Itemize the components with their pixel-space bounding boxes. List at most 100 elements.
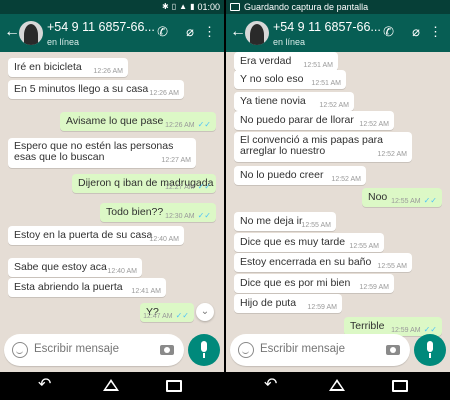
message-meta: 12:26 AM ✓✓: [165, 120, 211, 129]
vibrate-icon: ▯: [171, 2, 177, 11]
status-bar: ✱ ▯ ▲ ▮ 01:00: [0, 0, 224, 14]
navigation-bar: ↶: [0, 372, 224, 400]
message-text: Estoy encerrada en su baño: [240, 256, 372, 268]
message-bubble[interactable]: El convenció a mis papas para arreglar l…: [234, 132, 412, 162]
emoji-icon[interactable]: [238, 342, 254, 358]
message-text: Avisame lo que pase: [66, 115, 164, 127]
message-bubble[interactable]: Dice que es muy tarde 12:55 AM: [234, 233, 384, 252]
status-indicators: ✱ ▯ ▲ ▮ 01:00: [162, 1, 220, 13]
battery-icon: ▮: [190, 2, 195, 11]
message-bubble[interactable]: Era verdad 12:51 AM: [234, 52, 338, 71]
message-bubble[interactable]: Todo bien?? 12:30 AM ✓✓: [100, 203, 216, 222]
back-arrow-icon[interactable]: ←: [4, 22, 20, 42]
camera-icon[interactable]: [386, 345, 400, 355]
message-time: 12:40 AM: [107, 268, 137, 275]
message-text: Noo: [368, 191, 388, 203]
message-bubble[interactable]: Hijo de puta 12:59 AM: [234, 294, 342, 313]
message-bubble[interactable]: Espero que no estén las personas esas qu…: [8, 138, 196, 168]
contact-name[interactable]: +54 9 11 6857-66...: [47, 20, 155, 34]
message-text: Sabe que estoy aca: [14, 261, 107, 273]
paperclip-icon[interactable]: ⌀: [412, 24, 420, 40]
message-time: 12:41 AM: [131, 288, 161, 295]
message-time: 12:40 AM: [149, 236, 179, 243]
message-composer: [230, 334, 410, 366]
message-bubble[interactable]: Esta abriendo la puerta 12:41 AM: [8, 278, 166, 297]
message-text: Terrible: [350, 320, 385, 332]
mic-button[interactable]: [188, 334, 220, 366]
message-time: 12:52 AM: [377, 151, 407, 158]
message-meta: 12:47 AM ✓✓: [143, 311, 189, 320]
message-text: Dice que es muy tarde: [240, 236, 346, 248]
message-text: No puedo parar de llorar: [240, 114, 354, 126]
mic-button[interactable]: [414, 334, 446, 366]
message-input[interactable]: [260, 343, 380, 355]
read-receipt-icon: ✓✓: [175, 311, 189, 320]
read-receipt-icon: ✓✓: [197, 211, 211, 220]
message-time: 12:30 AM: [165, 213, 195, 220]
message-bubble[interactable]: No lo puedo creer 12:52 AM: [234, 166, 366, 185]
camera-icon[interactable]: [160, 345, 174, 355]
scroll-down-button[interactable]: ⌄: [196, 303, 214, 321]
message-bubble[interactable]: En 5 minutos llego a su casa 12:26 AM: [8, 80, 184, 99]
message-time: 12:55 AM: [349, 243, 379, 250]
phone-icon[interactable]: ✆: [383, 24, 394, 40]
message-meta: 12:30 AM ✓✓: [165, 211, 211, 220]
status-time: 01:00: [197, 2, 220, 12]
chevron-down-icon: ⌄: [200, 306, 210, 317]
emoji-icon[interactable]: [12, 342, 28, 358]
read-receipt-icon: ✓✓: [423, 196, 437, 205]
message-text: No me deja ir: [240, 215, 303, 227]
message-bubble[interactable]: Iré en bicicleta 12:26 AM: [8, 58, 128, 77]
nav-home-icon[interactable]: [103, 379, 119, 391]
back-arrow-icon[interactable]: ←: [230, 22, 246, 42]
message-bubble[interactable]: Avisame lo que pase 12:26 AM ✓✓: [60, 112, 216, 131]
more-vert-icon[interactable]: ⋮: [203, 24, 216, 40]
message-text: Dice que es por mi bien: [240, 277, 351, 289]
message-text: Esta abriendo la puerta: [14, 281, 123, 293]
phone-icon[interactable]: ✆: [157, 24, 168, 40]
nav-back-icon[interactable]: ↶: [264, 377, 277, 393]
contact-status: en línea: [47, 37, 80, 47]
message-input[interactable]: [34, 343, 154, 355]
read-receipt-icon: ✓✓: [197, 182, 211, 191]
message-text: En 5 minutos llego a su casa: [14, 83, 149, 95]
message-bubble[interactable]: Estoy en la puerta de su casa 12:40 AM: [8, 226, 184, 245]
contact-name[interactable]: +54 9 11 6857-66...: [273, 20, 381, 34]
message-text: Ya tiene novia: [240, 95, 306, 107]
message-time: 12:55 AM: [377, 263, 407, 270]
message-composer: [4, 334, 184, 366]
message-bubble[interactable]: Sabe que estoy aca 12:40 AM: [8, 258, 142, 277]
signal-icon: ▲: [179, 2, 188, 11]
message-time: 12:59 AM: [391, 327, 421, 334]
message-bubble[interactable]: Dijeron q iban de madrugada 12:27 AM ✓✓: [72, 174, 216, 193]
message-time: 12:52 AM: [331, 176, 361, 183]
message-bubble[interactable]: No puedo parar de llorar 12:52 AM: [234, 111, 394, 130]
nav-home-icon[interactable]: [329, 379, 345, 391]
message-text: El convenció a mis papas para arreglar l…: [240, 134, 383, 157]
message-bubble[interactable]: No me deja ir 12:55 AM: [234, 212, 336, 231]
message-text: Todo bien??: [106, 206, 164, 218]
message-bubble[interactable]: Dice que es por mi bien 12:59 AM: [234, 274, 394, 293]
message-text: Iré en bicicleta: [14, 61, 82, 73]
contact-avatar[interactable]: [19, 21, 43, 45]
status-bar: Guardando captura de pantalla: [226, 0, 450, 14]
read-receipt-icon: ✓✓: [197, 120, 211, 129]
nav-recent-icon[interactable]: [392, 380, 408, 392]
nav-recent-icon[interactable]: [166, 380, 182, 392]
chat-header: ← +54 9 11 6857-66... en línea ✆ ⌀ ⋮: [0, 14, 224, 52]
message-time: 12:52 AM: [359, 121, 389, 128]
paperclip-icon[interactable]: ⌀: [186, 24, 194, 40]
message-text: Era verdad: [240, 55, 292, 67]
message-bubble[interactable]: Y no solo eso 12:51 AM: [234, 70, 346, 89]
message-time: 12:51 AM: [311, 80, 341, 87]
message-bubble[interactable]: Ya tiene novia 12:52 AM: [234, 92, 354, 111]
message-bubble[interactable]: Y? 12:47 AM ✓✓: [140, 303, 194, 322]
message-bubble[interactable]: Noo 12:55 AM ✓✓: [362, 188, 442, 207]
nav-back-icon[interactable]: ↶: [38, 377, 51, 393]
message-bubble[interactable]: Estoy encerrada en su baño 12:55 AM: [234, 253, 412, 272]
left-chat-screen: ✱ ▯ ▲ ▮ 01:00 ← +54 9 11 6857-66... en l…: [0, 0, 224, 400]
contact-avatar[interactable]: [245, 21, 269, 45]
navigation-bar: ↶: [226, 372, 450, 400]
message-time: 12:55 AM: [391, 198, 421, 205]
more-vert-icon[interactable]: ⋮: [429, 24, 442, 40]
